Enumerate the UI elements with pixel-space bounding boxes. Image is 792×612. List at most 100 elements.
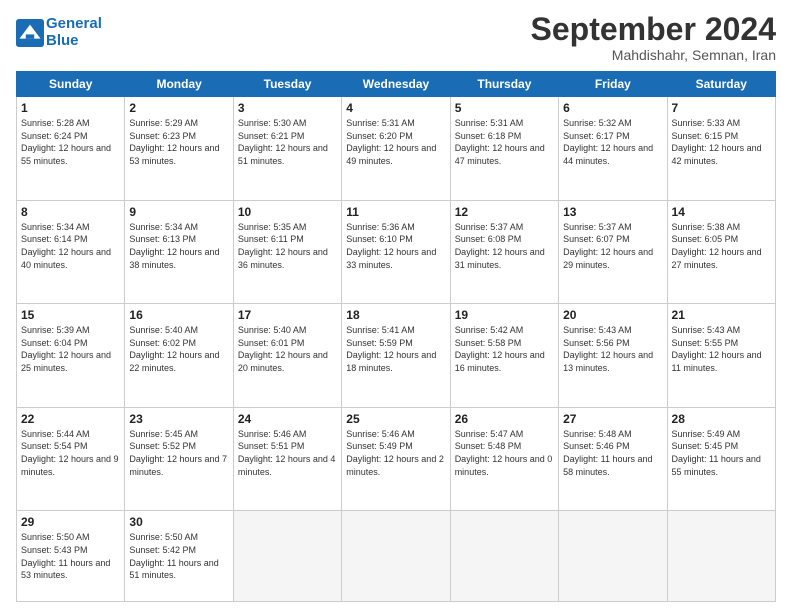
day-info: Sunrise: 5:36 AM Sunset: 6:10 PM Dayligh… <box>346 221 445 271</box>
day-info: Sunrise: 5:50 AM Sunset: 5:42 PM Dayligh… <box>129 531 228 581</box>
day-info: Sunrise: 5:31 AM Sunset: 6:18 PM Dayligh… <box>455 117 554 167</box>
col-wednesday: Wednesday <box>342 72 450 97</box>
day-number: 6 <box>563 101 662 115</box>
table-row: 20 Sunrise: 5:43 AM Sunset: 5:56 PM Dayl… <box>559 304 667 408</box>
calendar-week-row: 22 Sunrise: 5:44 AM Sunset: 5:54 PM Dayl… <box>17 407 776 511</box>
table-row: 19 Sunrise: 5:42 AM Sunset: 5:58 PM Dayl… <box>450 304 558 408</box>
day-info: Sunrise: 5:46 AM Sunset: 5:49 PM Dayligh… <box>346 428 445 478</box>
day-number: 9 <box>129 205 228 219</box>
day-number: 11 <box>346 205 445 219</box>
calendar-week-row: 1 Sunrise: 5:28 AM Sunset: 6:24 PM Dayli… <box>17 97 776 201</box>
table-row: 10 Sunrise: 5:35 AM Sunset: 6:11 PM Dayl… <box>233 200 341 304</box>
day-number: 1 <box>21 101 120 115</box>
day-number: 18 <box>346 308 445 322</box>
day-info: Sunrise: 5:30 AM Sunset: 6:21 PM Dayligh… <box>238 117 337 167</box>
table-row: 3 Sunrise: 5:30 AM Sunset: 6:21 PM Dayli… <box>233 97 341 201</box>
calendar-week-row: 8 Sunrise: 5:34 AM Sunset: 6:14 PM Dayli… <box>17 200 776 304</box>
day-info: Sunrise: 5:40 AM Sunset: 6:02 PM Dayligh… <box>129 324 228 374</box>
title-block: September 2024 Mahdishahr, Semnan, Iran <box>531 12 776 63</box>
logo-name1: General <box>46 16 102 33</box>
table-row <box>342 511 450 602</box>
day-number: 8 <box>21 205 120 219</box>
day-number: 3 <box>238 101 337 115</box>
day-number: 4 <box>346 101 445 115</box>
table-row: 8 Sunrise: 5:34 AM Sunset: 6:14 PM Dayli… <box>17 200 125 304</box>
table-row: 16 Sunrise: 5:40 AM Sunset: 6:02 PM Dayl… <box>125 304 233 408</box>
table-row: 30 Sunrise: 5:50 AM Sunset: 5:42 PM Dayl… <box>125 511 233 602</box>
day-number: 22 <box>21 412 120 426</box>
day-number: 19 <box>455 308 554 322</box>
table-row: 4 Sunrise: 5:31 AM Sunset: 6:20 PM Dayli… <box>342 97 450 201</box>
table-row: 1 Sunrise: 5:28 AM Sunset: 6:24 PM Dayli… <box>17 97 125 201</box>
day-info: Sunrise: 5:37 AM Sunset: 6:08 PM Dayligh… <box>455 221 554 271</box>
day-number: 25 <box>346 412 445 426</box>
month-title: September 2024 <box>531 12 776 47</box>
table-row <box>667 511 775 602</box>
day-number: 26 <box>455 412 554 426</box>
table-row <box>450 511 558 602</box>
table-row: 13 Sunrise: 5:37 AM Sunset: 6:07 PM Dayl… <box>559 200 667 304</box>
day-info: Sunrise: 5:43 AM Sunset: 5:55 PM Dayligh… <box>672 324 771 374</box>
day-info: Sunrise: 5:50 AM Sunset: 5:43 PM Dayligh… <box>21 531 120 581</box>
day-number: 7 <box>672 101 771 115</box>
table-row: 18 Sunrise: 5:41 AM Sunset: 5:59 PM Dayl… <box>342 304 450 408</box>
table-row: 27 Sunrise: 5:48 AM Sunset: 5:46 PM Dayl… <box>559 407 667 511</box>
day-info: Sunrise: 5:47 AM Sunset: 5:48 PM Dayligh… <box>455 428 554 478</box>
table-row: 26 Sunrise: 5:47 AM Sunset: 5:48 PM Dayl… <box>450 407 558 511</box>
day-number: 29 <box>21 515 120 529</box>
day-number: 16 <box>129 308 228 322</box>
day-info: Sunrise: 5:29 AM Sunset: 6:23 PM Dayligh… <box>129 117 228 167</box>
page-header: General Blue September 2024 Mahdishahr, … <box>16 12 776 63</box>
col-tuesday: Tuesday <box>233 72 341 97</box>
col-saturday: Saturday <box>667 72 775 97</box>
day-number: 17 <box>238 308 337 322</box>
day-number: 12 <box>455 205 554 219</box>
day-info: Sunrise: 5:44 AM Sunset: 5:54 PM Dayligh… <box>21 428 120 478</box>
day-info: Sunrise: 5:42 AM Sunset: 5:58 PM Dayligh… <box>455 324 554 374</box>
day-number: 2 <box>129 101 228 115</box>
day-number: 20 <box>563 308 662 322</box>
day-number: 21 <box>672 308 771 322</box>
col-thursday: Thursday <box>450 72 558 97</box>
col-friday: Friday <box>559 72 667 97</box>
table-row: 12 Sunrise: 5:37 AM Sunset: 6:08 PM Dayl… <box>450 200 558 304</box>
col-sunday: Sunday <box>17 72 125 97</box>
calendar-table: Sunday Monday Tuesday Wednesday Thursday… <box>16 71 776 602</box>
day-info: Sunrise: 5:34 AM Sunset: 6:14 PM Dayligh… <box>21 221 120 271</box>
table-row: 6 Sunrise: 5:32 AM Sunset: 6:17 PM Dayli… <box>559 97 667 201</box>
day-info: Sunrise: 5:45 AM Sunset: 5:52 PM Dayligh… <box>129 428 228 478</box>
calendar-week-row: 15 Sunrise: 5:39 AM Sunset: 6:04 PM Dayl… <box>17 304 776 408</box>
day-info: Sunrise: 5:40 AM Sunset: 6:01 PM Dayligh… <box>238 324 337 374</box>
table-row: 28 Sunrise: 5:49 AM Sunset: 5:45 PM Dayl… <box>667 407 775 511</box>
logo-icon <box>16 19 44 47</box>
day-number: 24 <box>238 412 337 426</box>
day-info: Sunrise: 5:34 AM Sunset: 6:13 PM Dayligh… <box>129 221 228 271</box>
table-row: 29 Sunrise: 5:50 AM Sunset: 5:43 PM Dayl… <box>17 511 125 602</box>
table-row: 21 Sunrise: 5:43 AM Sunset: 5:55 PM Dayl… <box>667 304 775 408</box>
day-info: Sunrise: 5:28 AM Sunset: 6:24 PM Dayligh… <box>21 117 120 167</box>
table-row: 2 Sunrise: 5:29 AM Sunset: 6:23 PM Dayli… <box>125 97 233 201</box>
col-monday: Monday <box>125 72 233 97</box>
table-row: 17 Sunrise: 5:40 AM Sunset: 6:01 PM Dayl… <box>233 304 341 408</box>
logo: General Blue <box>16 16 102 49</box>
table-row: 14 Sunrise: 5:38 AM Sunset: 6:05 PM Dayl… <box>667 200 775 304</box>
day-info: Sunrise: 5:32 AM Sunset: 6:17 PM Dayligh… <box>563 117 662 167</box>
day-info: Sunrise: 5:31 AM Sunset: 6:20 PM Dayligh… <box>346 117 445 167</box>
day-number: 13 <box>563 205 662 219</box>
day-info: Sunrise: 5:37 AM Sunset: 6:07 PM Dayligh… <box>563 221 662 271</box>
day-number: 15 <box>21 308 120 322</box>
day-number: 10 <box>238 205 337 219</box>
day-number: 30 <box>129 515 228 529</box>
day-info: Sunrise: 5:43 AM Sunset: 5:56 PM Dayligh… <box>563 324 662 374</box>
day-info: Sunrise: 5:38 AM Sunset: 6:05 PM Dayligh… <box>672 221 771 271</box>
table-row: 15 Sunrise: 5:39 AM Sunset: 6:04 PM Dayl… <box>17 304 125 408</box>
table-row: 7 Sunrise: 5:33 AM Sunset: 6:15 PM Dayli… <box>667 97 775 201</box>
day-number: 5 <box>455 101 554 115</box>
day-number: 14 <box>672 205 771 219</box>
calendar-week-row: 29 Sunrise: 5:50 AM Sunset: 5:43 PM Dayl… <box>17 511 776 602</box>
header-row: Sunday Monday Tuesday Wednesday Thursday… <box>17 72 776 97</box>
table-row <box>559 511 667 602</box>
day-number: 28 <box>672 412 771 426</box>
day-number: 27 <box>563 412 662 426</box>
day-info: Sunrise: 5:48 AM Sunset: 5:46 PM Dayligh… <box>563 428 662 478</box>
